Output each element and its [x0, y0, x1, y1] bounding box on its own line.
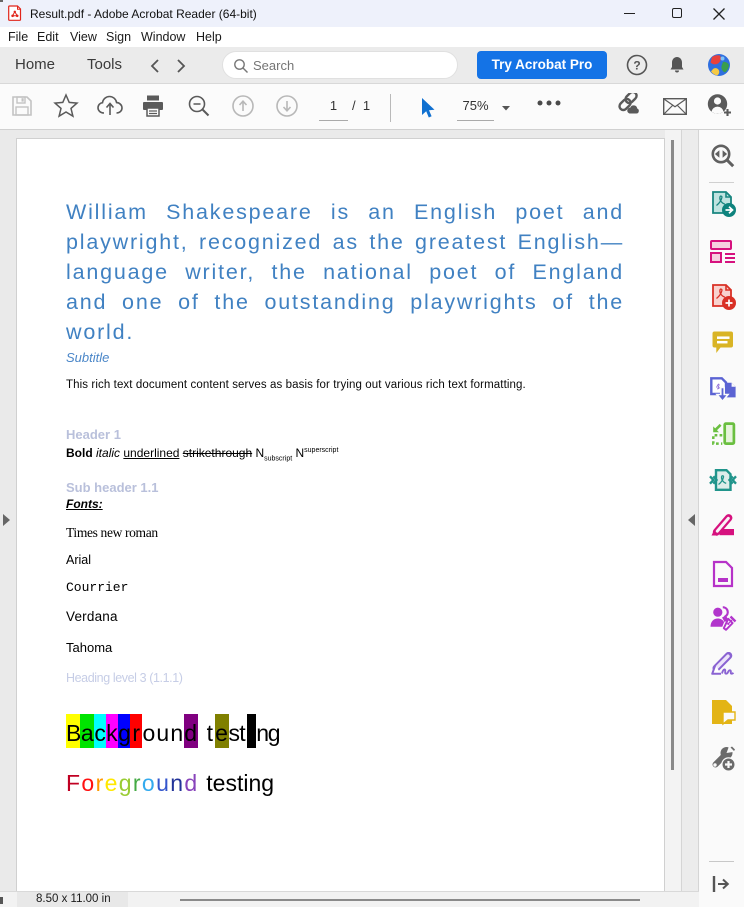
svg-text:?: ? [633, 59, 640, 73]
